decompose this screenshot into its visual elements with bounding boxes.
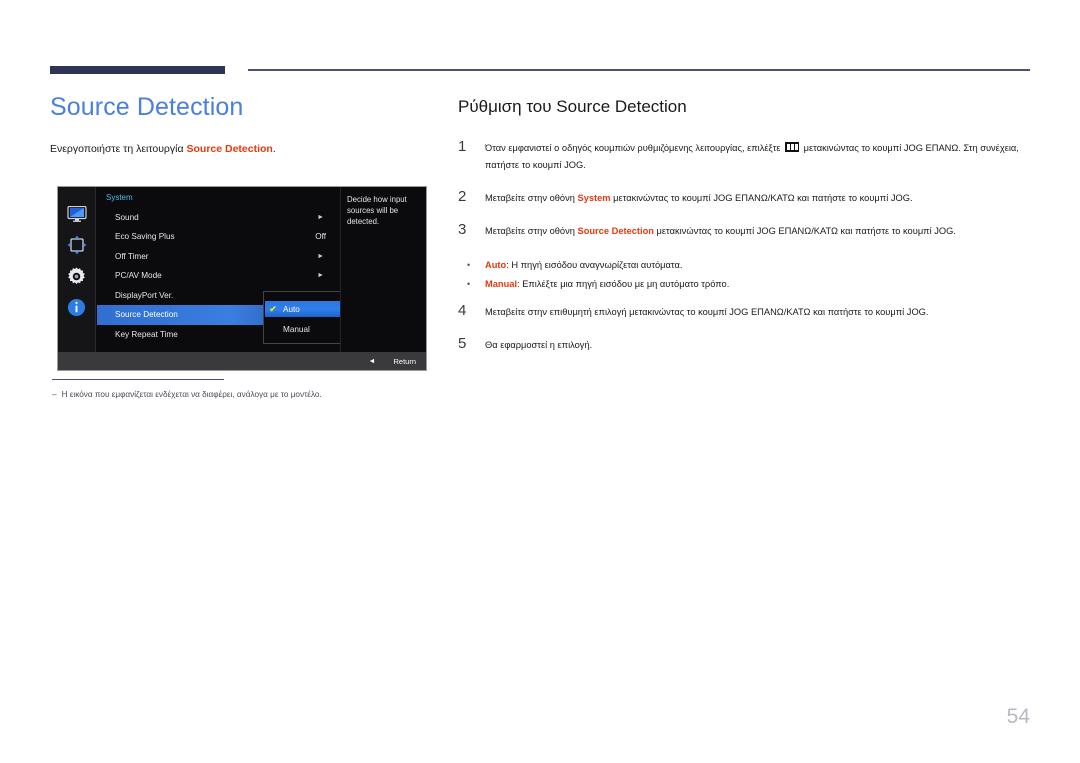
osd-menu-item[interactable]: Off Timer ► xyxy=(97,246,340,266)
osd-menu-item[interactable]: Sound ► xyxy=(97,207,340,227)
intro-paragraph: Ενεργοποιήστε τη λειτουργία Source Detec… xyxy=(50,142,435,157)
bullet-dot-icon: • xyxy=(467,279,471,289)
osd-menu-item-value: Off xyxy=(315,232,326,241)
inline-highlight: System xyxy=(577,193,611,203)
osd-submenu-item-label: Auto xyxy=(283,304,300,314)
steps-list-bottom: 4 Μεταβείτε στην επιθυμητή επιλογή μετακι… xyxy=(458,302,1030,354)
display-icon[interactable] xyxy=(66,203,88,225)
page-root: { "document": { "page_number": "54", "ac… xyxy=(0,0,1080,763)
instruction-step: 1 Όταν εμφανιστεί ο οδηγός κουμπιών ρυθμι… xyxy=(458,138,1030,174)
osd-screenshot: System Sound ► Eco Saving Plus Off Off Timer… xyxy=(57,186,427,371)
bullet-dot-icon: • xyxy=(467,260,471,270)
osd-menu-item-label: Eco Saving Plus xyxy=(115,232,175,241)
step-text: Μεταβείτε στην επιθυμητή επιλογή μετακιν… xyxy=(485,307,929,317)
left-column: Source Detection Ενεργοποιήστε τη λειτου… xyxy=(50,92,435,171)
osd-menu-title: System xyxy=(106,193,133,202)
header-rule-thin xyxy=(248,69,1030,71)
osd-menu-item-label: Source Detection xyxy=(115,310,178,319)
footnote-body: Η εικόνα που εμφανίζεται ενδέχεται να δι… xyxy=(61,390,322,399)
header-rule-thick xyxy=(50,66,225,74)
step-text: Θα εφαρμοστεί η επιλογή. xyxy=(485,340,593,350)
step-number: 2 xyxy=(458,188,467,205)
chevron-right-icon: ► xyxy=(317,213,324,221)
osd-menu-item-label: DisplayPort Ver. xyxy=(115,290,174,300)
options-bullet-list: • Auto: Η πηγή εισόδου αναγνωρίζεται αυτό… xyxy=(458,256,1030,294)
instruction-step: 2 Μεταβείτε στην οθόνη System μετακινώντα… xyxy=(458,188,1030,207)
step-text: Μεταβείτε στην οθόνη System μετακινώντας… xyxy=(485,193,913,203)
footnote-text: ‒ Η εικόνα που εμφανίζεται ενδέχεται να δ… xyxy=(52,389,412,401)
chevron-right-icon: ► xyxy=(317,252,324,260)
instruction-step: 3 Μεταβείτε στην οθόνη Source Detection μ… xyxy=(458,221,1030,240)
list-item: • Auto: Η πηγή εισόδου αναγνωρίζεται αυτό… xyxy=(458,256,1030,275)
step-text: Μεταβείτε στην οθόνη Source Detection με… xyxy=(485,226,956,236)
osd-menu-item-label: Off Timer xyxy=(115,251,149,261)
step-number: 1 xyxy=(458,138,467,155)
osd-menu-item-label: Key Repeat Time xyxy=(115,329,178,339)
osd-menu-item-label: PC/AV Mode xyxy=(115,271,162,280)
osd-menu-item[interactable]: Eco Saving Plus Off xyxy=(97,227,340,247)
back-arrow-icon[interactable]: ◄ xyxy=(369,358,376,365)
option-description: : Η πηγή εισόδου αναγνωρίζεται αυτόματα. xyxy=(506,260,683,270)
info-icon[interactable] xyxy=(66,296,88,318)
steps-list-top: 1 Όταν εμφανιστεί ο οδηγός κουμπιών ρυθμι… xyxy=(458,138,1030,240)
osd-return-label[interactable]: Return xyxy=(393,357,416,366)
intro-suffix: . xyxy=(272,143,276,155)
option-term: Auto xyxy=(485,260,507,270)
step-number: 5 xyxy=(458,335,467,352)
step-text: Όταν εμφανιστεί ο οδηγός κουμπιών ρυθμιζ… xyxy=(485,142,1019,170)
instruction-step: 4 Μεταβείτε στην επιθυμητή επιλογή μετακι… xyxy=(458,302,1030,321)
osd-menu-item[interactable]: PC/AV Mode ► xyxy=(97,266,340,286)
footnote-rule xyxy=(52,379,224,380)
menu-icon xyxy=(785,142,800,152)
option-description: : Επιλέξτε μια πηγή εισόδου με μη αυτόμα… xyxy=(517,279,730,289)
step-number: 4 xyxy=(458,302,467,319)
osd-menu-item-label: Sound xyxy=(115,212,139,222)
right-column: Ρύθμιση του Source Detection 1 Όταν εμφαν… xyxy=(458,96,1030,370)
intro-highlight: Source Detection xyxy=(186,143,273,155)
page-number: 54 xyxy=(1006,705,1030,728)
header-rule xyxy=(0,64,1080,78)
section-title: Ρύθμιση του Source Detection xyxy=(458,97,687,116)
footnote-dash: ‒ xyxy=(52,390,57,399)
gear-icon[interactable] xyxy=(66,265,88,287)
osd-body: System Sound ► Eco Saving Plus Off Off Timer… xyxy=(58,187,426,353)
check-icon: ✔ xyxy=(269,303,277,314)
screen-adjust-icon[interactable] xyxy=(66,234,88,256)
instruction-step: 5 Θα εφαρμοστεί η επιλογή. xyxy=(458,335,1030,354)
step-number: 3 xyxy=(458,221,467,238)
inline-highlight: Source Detection xyxy=(577,226,654,236)
intro-prefix: Ενεργοποιήστε τη λειτουργία xyxy=(50,143,187,155)
list-item: • Manual: Επιλέξτε μια πηγή εισόδου με μη… xyxy=(458,275,1030,294)
footnote-block: ‒ Η εικόνα που εμφανίζεται ενδέχεται να δ… xyxy=(52,379,412,401)
osd-submenu-item-label: Manual xyxy=(283,324,310,334)
page-title: Source Detection xyxy=(50,93,244,121)
osd-description-panel: Decide how input sources will be detecte… xyxy=(340,187,426,353)
option-term: Manual xyxy=(485,279,518,289)
chevron-right-icon: ► xyxy=(317,272,324,279)
osd-footer-bar: ◄ Return xyxy=(58,352,426,370)
osd-icon-sidebar xyxy=(58,187,96,353)
